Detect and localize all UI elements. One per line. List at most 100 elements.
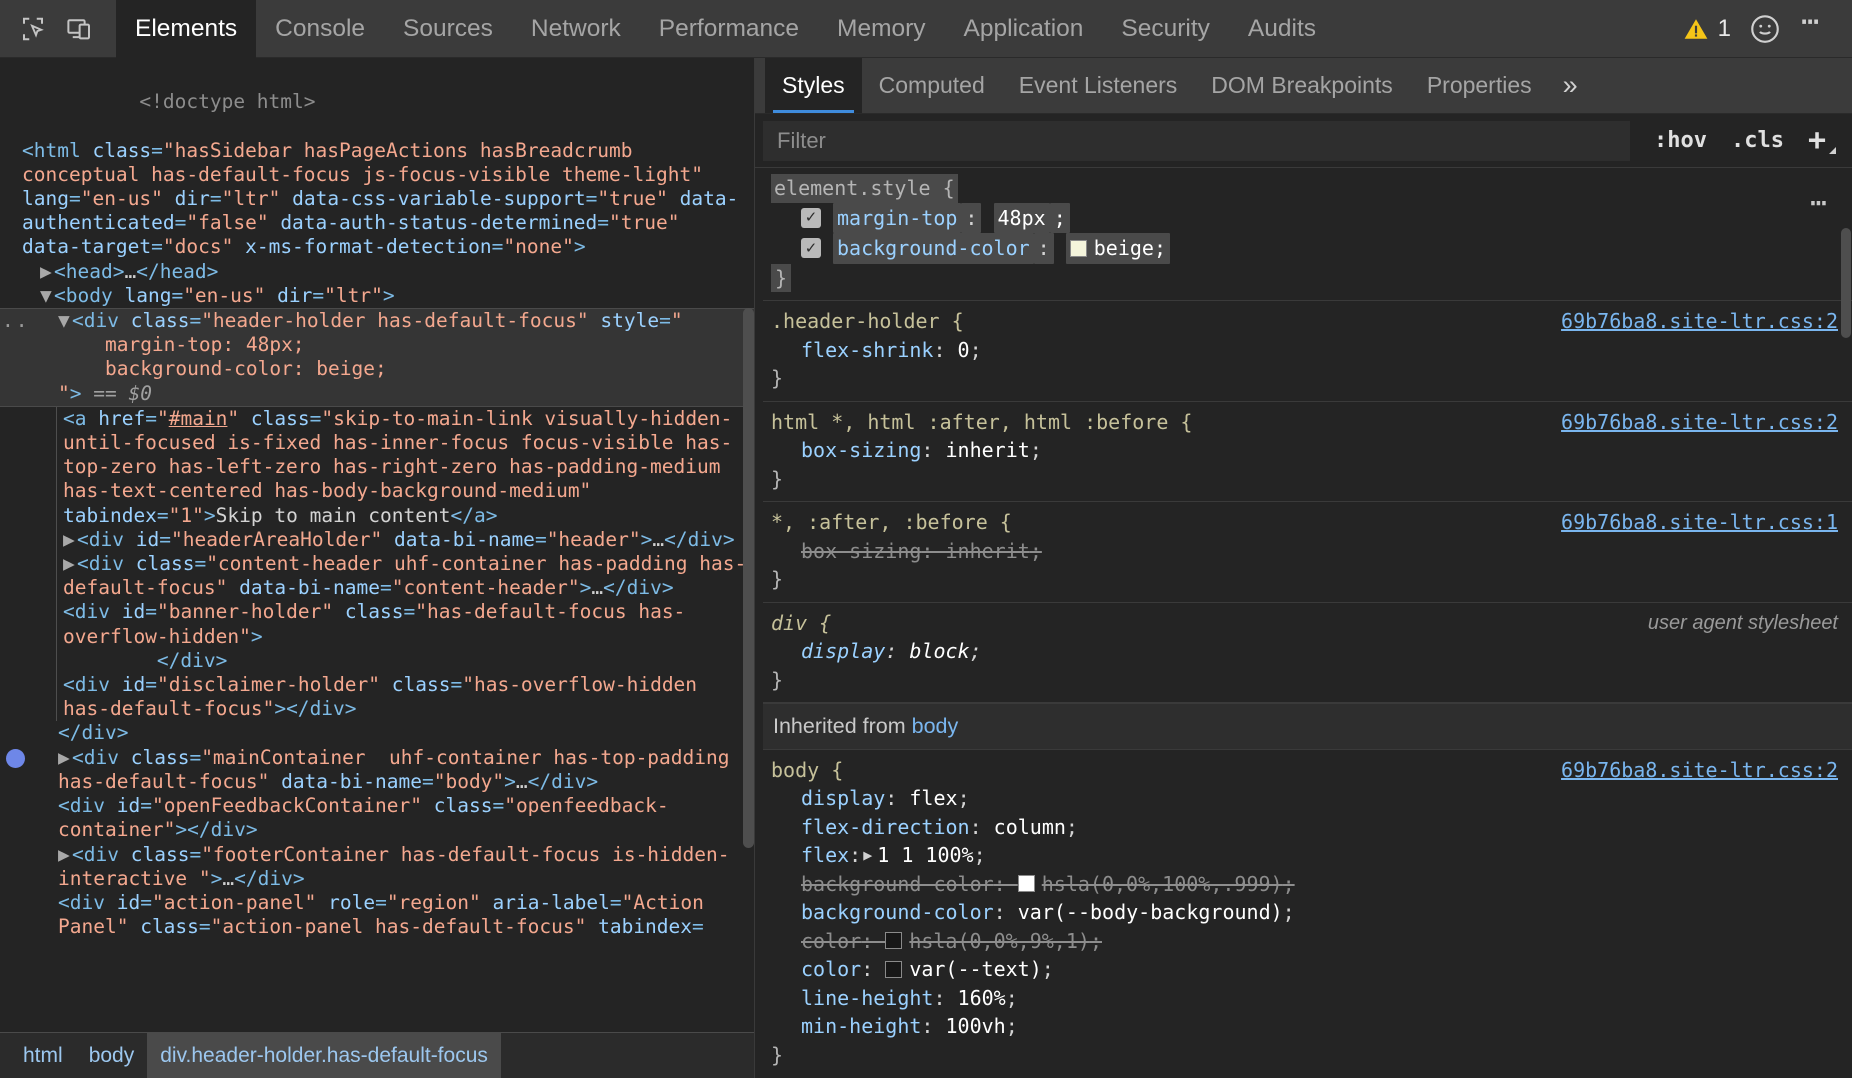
expand-arrow-icon[interactable]: ▶: [58, 746, 72, 770]
expand-arrow-icon[interactable]: ▶: [58, 843, 72, 867]
tab-application[interactable]: Application: [945, 0, 1103, 58]
dom-node-banner-holder[interactable]: <div id="banner-holder" class="has-defau…: [56, 600, 754, 673]
warning-indicator[interactable]: 1: [1671, 15, 1743, 43]
declaration-value[interactable]: hsla(0,0%,100%,.999): [1042, 870, 1283, 899]
dom-node-html[interactable]: <html class="hasSidebar hasPageActions h…: [0, 139, 754, 260]
dom-node-header-holder-close[interactable]: </div>: [0, 721, 754, 745]
rule-selector[interactable]: html *, html :after, html :before {: [771, 408, 1192, 437]
declaration-checkbox[interactable]: ✓: [801, 208, 821, 228]
declaration-property[interactable]: flex-direction: [801, 813, 970, 842]
tab-dom-breakpoints[interactable]: DOM Breakpoints: [1194, 58, 1410, 113]
declaration-line-height[interactable]: line-height: 160%;: [763, 984, 1852, 1013]
declaration-value[interactable]: hsla(0,0%,9%,1): [909, 927, 1090, 956]
tab-network[interactable]: Network: [512, 0, 640, 58]
rule-more-icon[interactable]: ⋯: [1810, 198, 1830, 208]
declaration-property[interactable]: box-sizing: [801, 537, 921, 566]
declaration-property[interactable]: box-sizing: [801, 436, 921, 465]
dom-tree-scrollbar[interactable]: [743, 308, 754, 848]
dom-node-open-feedback[interactable]: <div id="openFeedbackContainer" class="o…: [0, 794, 754, 842]
expand-arrow-icon[interactable]: ▶: [63, 528, 77, 552]
declaration-value[interactable]: beige: [1094, 236, 1154, 260]
declaration-color-var[interactable]: color: var(--text);: [763, 955, 1852, 984]
color-swatch[interactable]: [885, 961, 902, 978]
dom-node-disclaimer-holder[interactable]: <div id="disclaimer-holder" class="has-o…: [56, 673, 754, 721]
declaration-value[interactable]: 100vh: [946, 1012, 1006, 1041]
declaration-box-sizing-overridden[interactable]: box-sizing: inherit;: [763, 537, 1852, 566]
new-style-rule-button[interactable]: +: [1796, 123, 1842, 158]
declaration-value[interactable]: 0: [958, 336, 970, 365]
declaration-flex-shrink[interactable]: flex-shrink: 0;: [763, 336, 1852, 365]
breadcrumb-item-html[interactable]: html: [10, 1033, 76, 1078]
declaration-box-sizing[interactable]: box-sizing: inherit;: [763, 436, 1852, 465]
rule-selector[interactable]: element.style {: [771, 174, 958, 203]
collapse-arrow-icon[interactable]: ▼: [40, 284, 54, 308]
expand-shorthand-icon[interactable]: ▶: [861, 841, 877, 870]
tab-audits[interactable]: Audits: [1229, 0, 1335, 58]
tab-elements[interactable]: Elements: [116, 0, 256, 58]
dom-tree[interactable]: <!doctype html> <html class="hasSidebar …: [0, 58, 754, 1032]
styles-scrollbar[interactable]: [1841, 228, 1851, 338]
element-classes-button[interactable]: .cls: [1719, 128, 1796, 153]
rule-selector[interactable]: body {: [771, 756, 843, 785]
declaration-min-height[interactable]: min-height: 100vh;: [763, 1012, 1852, 1041]
rule-selector[interactable]: .header-holder {: [771, 307, 964, 336]
expand-arrow-icon[interactable]: ▶: [63, 552, 77, 576]
dom-node-header-holder-selected[interactable]: ..▼<div class="header-holder has-default…: [0, 308, 754, 407]
dom-node-header-area-holder[interactable]: ▶<div id="headerAreaHolder" data-bi-name…: [56, 528, 754, 552]
declaration-property[interactable]: line-height: [801, 984, 933, 1013]
tab-event-listeners[interactable]: Event Listeners: [1002, 58, 1195, 113]
declaration-property[interactable]: min-height: [801, 1012, 921, 1041]
color-swatch[interactable]: [885, 932, 902, 949]
declaration-display[interactable]: display: block;: [763, 637, 1852, 666]
declaration-property[interactable]: background-color: [833, 233, 1034, 264]
declaration-value[interactable]: column: [994, 813, 1066, 842]
declaration-property[interactable]: flex-shrink: [801, 336, 933, 365]
declaration-value[interactable]: inherit: [946, 436, 1030, 465]
breadcrumb-item-body[interactable]: body: [76, 1033, 148, 1078]
tab-styles[interactable]: Styles: [765, 58, 862, 113]
rule-selector[interactable]: div {: [771, 609, 831, 638]
declaration-margin-top[interactable]: ✓margin-top: 48px;: [763, 203, 1852, 234]
dom-node-skip-link[interactable]: <a href="#main" class="skip-to-main-link…: [56, 407, 754, 528]
feedback-smiley-icon[interactable]: [1743, 7, 1787, 51]
tab-security[interactable]: Security: [1102, 0, 1229, 58]
dom-node-content-header[interactable]: ▶<div class="content-header uhf-containe…: [56, 552, 754, 600]
declaration-background-color-overridden[interactable]: background-color: hsla(0,0%,100%,.999);: [763, 870, 1852, 899]
declaration-property[interactable]: margin-top: [833, 203, 961, 234]
more-options-icon[interactable]: ⋯: [1787, 17, 1834, 41]
expand-arrow-icon[interactable]: ▶: [40, 260, 54, 284]
chevron-double-right-icon[interactable]: »: [1549, 58, 1592, 113]
declaration-background-color[interactable]: ✓background-color: beige;: [763, 233, 1852, 264]
rule-source-link[interactable]: 69b76ba8.site-ltr.css:1: [1549, 508, 1838, 537]
tab-console[interactable]: Console: [256, 0, 384, 58]
declaration-property[interactable]: display: [801, 637, 885, 666]
dom-node-body[interactable]: ▼<body lang="en-us" dir="ltr">: [0, 284, 754, 308]
dom-node-doctype[interactable]: <!doctype html>: [0, 66, 754, 139]
declaration-property[interactable]: color: [801, 955, 861, 984]
tab-memory[interactable]: Memory: [818, 0, 944, 58]
tab-properties[interactable]: Properties: [1410, 58, 1549, 113]
declaration-property[interactable]: background-color: [801, 898, 994, 927]
color-swatch[interactable]: [1018, 875, 1035, 892]
declaration-property[interactable]: flex: [801, 841, 849, 870]
tab-computed[interactable]: Computed: [862, 58, 1002, 113]
declaration-value[interactable]: flex: [909, 784, 957, 813]
declaration-value[interactable]: var(--text): [909, 955, 1041, 984]
rule-source-link[interactable]: 69b76ba8.site-ltr.css:2: [1549, 408, 1838, 437]
rule-source-link[interactable]: 69b76ba8.site-ltr.css:2: [1549, 307, 1838, 336]
dom-node-action-panel[interactable]: <div id="action-panel" role="region" ari…: [0, 891, 754, 939]
href-anchor-link[interactable]: #main: [169, 407, 228, 430]
rule-source-link[interactable]: 69b76ba8.site-ltr.css:2: [1549, 756, 1838, 785]
declaration-value[interactable]: inherit: [946, 537, 1030, 566]
toggle-element-state-button[interactable]: :hov: [1642, 128, 1719, 153]
declaration-display[interactable]: display: flex;: [763, 784, 1852, 813]
declaration-checkbox[interactable]: ✓: [801, 238, 821, 258]
declaration-value[interactable]: 48px: [994, 203, 1050, 234]
dom-node-main-container[interactable]: ▶<div class="mainContainer uhf-container…: [0, 746, 754, 794]
dom-node-footer-container[interactable]: ▶<div class="footerContainer has-default…: [0, 843, 754, 891]
filter-input[interactable]: Filter: [763, 121, 1630, 161]
declaration-flex-direction[interactable]: flex-direction: column;: [763, 813, 1852, 842]
tab-sources[interactable]: Sources: [384, 0, 512, 58]
declaration-property[interactable]: display: [801, 784, 885, 813]
declaration-value[interactable]: block: [909, 637, 969, 666]
